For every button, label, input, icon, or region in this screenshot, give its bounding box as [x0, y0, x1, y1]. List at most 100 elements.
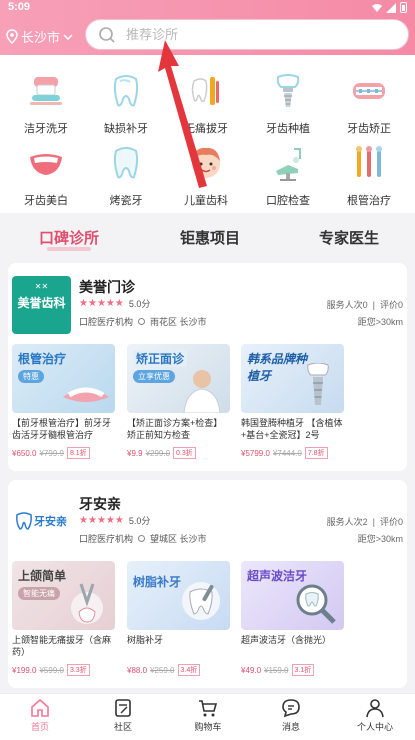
- nav-label: 首页: [30, 722, 49, 732]
- logo-text: 牙安亲: [34, 516, 67, 528]
- product-price: ¥650.0: [12, 448, 37, 458]
- product-title: 树脂补牙: [127, 635, 164, 645]
- product-title: 【矫正面诊方案+检查】矫正前知方检查: [127, 418, 223, 440]
- signal-icon: [386, 2, 396, 13]
- location-dot-icon: [138, 535, 146, 542]
- product-old-price: ¥259.0: [150, 665, 175, 675]
- product-price: ¥49.0: [241, 665, 262, 675]
- product-card[interactable]: 韩系品牌种植牙 韩国登腾种植牙 【含植体+基台+全瓷冠】2号 ¥5799.0 ¥…: [241, 344, 344, 459]
- product-image: 上颌简单 智能无痛: [12, 561, 115, 630]
- product-image-title: 矫正面诊: [133, 350, 188, 367]
- product-price-row: ¥49.0 ¥159.0 3.1折: [241, 664, 344, 676]
- system-icons: [372, 2, 407, 13]
- product-price-row: ¥88.0 ¥259.0 3.4折: [127, 664, 230, 676]
- category-whitening[interactable]: 牙齿美白: [6, 143, 86, 208]
- nav-home[interactable]: 首页: [10, 698, 70, 733]
- category-label: 烤瓷牙: [109, 195, 143, 207]
- tooth-extraction-icon: [191, 77, 219, 105]
- status-bar: 5:09: [0, 0, 415, 14]
- product-card[interactable]: 矫正面诊 立享优惠 【矫正面诊方案+检查】矫正前知方检查 ¥9.9 ¥299.0…: [127, 344, 230, 459]
- category-tooth-repair[interactable]: 缺损补牙: [86, 71, 166, 136]
- search-input[interactable]: [126, 27, 366, 42]
- logo-text: 美誉齿科: [17, 296, 66, 310]
- extraction-tool-icon: [71, 583, 103, 624]
- product-image-pill: 智能无痛: [18, 587, 60, 600]
- category-braces[interactable]: 牙齿矫正: [329, 71, 409, 136]
- category-root-canal[interactable]: 根管治疗: [329, 143, 409, 208]
- star-icon: ★: [79, 298, 88, 309]
- braces-icon: [353, 83, 385, 99]
- category-dental-implant[interactable]: 牙齿种植: [248, 71, 328, 136]
- product-image: 矫正面诊 立享优惠: [127, 344, 230, 413]
- category-teeth-cleaning[interactable]: 洁牙洗牙: [6, 71, 86, 136]
- implant-icon: [307, 363, 329, 405]
- category-grid: 洁牙洗牙 缺损补牙 无痛拔牙 牙齿种植 牙齿矫正 牙齿美白 烤瓷牙 儿童齿科 口…: [0, 55, 415, 213]
- clinic-address: 望城区 长沙市: [150, 534, 207, 544]
- tab-reputation-clinics[interactable]: 口碑诊所: [39, 227, 99, 251]
- tab-expert-doctors[interactable]: 专家医生: [319, 227, 379, 248]
- product-card[interactable]: 超声波洁牙 超声波洁牙（含抛光） ¥49.0 ¥159.0 3.1折: [241, 561, 344, 676]
- star-icon: ★: [96, 298, 106, 309]
- category-label: 牙齿美白: [24, 195, 68, 207]
- star-icon: ★: [87, 515, 97, 526]
- service-count: 服务人次2: [326, 517, 368, 527]
- nav-label: 消息: [281, 722, 300, 732]
- rating-stars: ★ ★ ★ ★ ★ 5.0分: [79, 514, 150, 527]
- product-price: ¥88.0: [127, 665, 148, 675]
- search-bar[interactable]: [85, 19, 409, 50]
- star-icon: ★: [105, 515, 115, 526]
- clinic-card[interactable]: ✕✕ 美誉齿科 美誉门诊 ★ ★ ★ ★ ★ 5.0分 口腔医疗机构 雨花区 长沙市 服…: [8, 263, 407, 471]
- product-discount: 3.1折: [291, 664, 315, 676]
- product-old-price: ¥799.9: [39, 448, 64, 458]
- nav-cart[interactable]: 购物车: [178, 698, 238, 733]
- product-card[interactable]: 树脂补牙 树脂补牙 ¥88.0 ¥259.0 3.4折: [127, 561, 230, 676]
- logo-mark: ✕✕: [34, 282, 49, 291]
- product-price: ¥5799.0: [241, 448, 270, 458]
- product-image-title: 根管治疗: [18, 352, 67, 366]
- status-time: 5:09: [8, 1, 31, 13]
- filling-tooth-icon: [182, 582, 220, 620]
- community-icon: [115, 699, 131, 717]
- nav-profile[interactable]: 个人中心: [345, 698, 405, 733]
- location-city: 长沙市: [21, 30, 61, 45]
- nav-label: 购物车: [194, 722, 222, 732]
- clinic-meta: 口腔医疗机构 望城区 长沙市: [79, 532, 207, 545]
- category-label: 根管治疗: [347, 195, 391, 207]
- category-tooth-extraction[interactable]: 无痛拔牙: [166, 71, 246, 136]
- star-icon: ★: [114, 298, 124, 309]
- category-porcelain[interactable]: 烤瓷牙: [86, 143, 166, 208]
- product-card[interactable]: 根管治疗 特惠 【前牙根管治疗】前牙牙齿活牙牙髓根管治疗 ¥650.0 ¥799…: [12, 344, 115, 459]
- product-price: ¥199.0: [12, 665, 37, 675]
- product-image: 韩系品牌种植牙: [241, 344, 344, 413]
- nav-messages[interactable]: 消息: [261, 698, 321, 733]
- rating-score: 5.0分: [128, 516, 151, 526]
- tab-discount-projects[interactable]: 钜惠项目: [180, 227, 240, 248]
- dental-implant-icon: [276, 74, 300, 107]
- nav-community[interactable]: 社区: [93, 698, 153, 733]
- review-count: 评价0: [379, 517, 403, 527]
- rating-stars: ★ ★ ★ ★ ★ 5.0分: [79, 297, 150, 310]
- product-old-price: ¥599.0: [39, 665, 64, 675]
- tooth-repair-icon: [113, 75, 139, 107]
- clinic-type: 口腔医疗机构: [79, 534, 134, 544]
- search-icon: [99, 26, 115, 43]
- clinic-card[interactable]: 牙安亲 牙安亲 ★ ★ ★ ★ ★ 5.0分 口腔医疗机构 望城区 长沙市 服务人次2 …: [8, 480, 407, 688]
- tooth-logo-icon: [16, 512, 32, 530]
- product-price: ¥9.9: [127, 448, 143, 458]
- shopping-cart-icon: [199, 700, 218, 717]
- product-old-price: ¥7444.0: [272, 448, 302, 458]
- child-face-icon: [192, 147, 220, 178]
- star-icon: ★: [96, 515, 106, 526]
- wifi-icon: [372, 3, 382, 12]
- battery-icon: [400, 2, 407, 13]
- product-image: 树脂补牙: [127, 561, 230, 630]
- product-title: 超声波洁牙（含抛光）: [241, 635, 332, 645]
- message-icon: [282, 699, 300, 718]
- star-icon: ★: [79, 515, 88, 526]
- category-children[interactable]: 儿童齿科: [166, 143, 246, 208]
- category-oral-exam[interactable]: 口腔检查: [248, 143, 328, 208]
- product-card[interactable]: 上颌简单 智能无痛 上颌智能无痛拔牙（含麻药） ¥199.0 ¥599.0 3.…: [12, 561, 115, 676]
- home-icon: [31, 698, 49, 717]
- content-tabs: 口碑诊所 钜惠项目 专家医生: [0, 213, 415, 261]
- location-selector[interactable]: 长沙市: [6, 27, 76, 46]
